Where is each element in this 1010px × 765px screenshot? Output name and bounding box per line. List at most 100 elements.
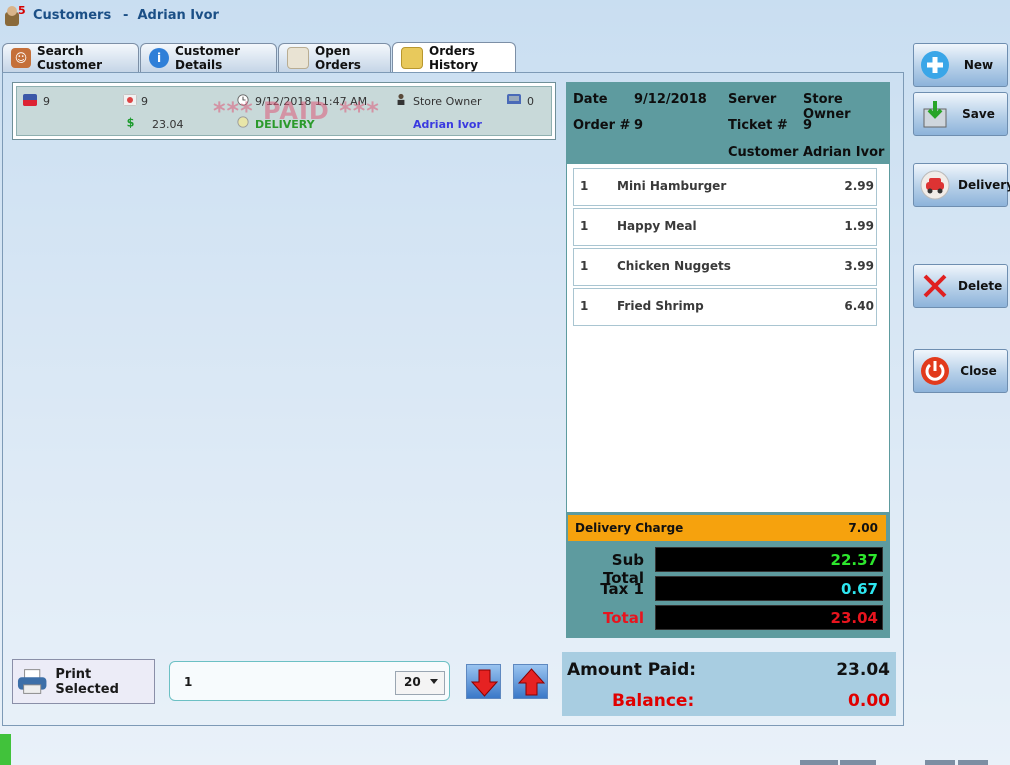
balance-label: Balance:: [612, 691, 695, 711]
item-name: Chicken Nuggets: [617, 259, 731, 273]
ticket-icon: [123, 94, 137, 106]
order-card-server: Store Owner: [413, 95, 482, 108]
page-size-select[interactable]: 20: [395, 671, 445, 695]
payment-summary: Amount Paid: 23.04 Balance: 0.00: [562, 652, 896, 716]
paid-stamp: *** PAID ***: [213, 97, 380, 125]
balance-value: 0.00: [848, 691, 890, 711]
page-navigator: 1 20: [169, 661, 450, 701]
printer-icon: [17, 668, 47, 694]
clipboard-icon: [287, 47, 309, 69]
total-value: 23.04: [655, 605, 883, 630]
item-qty: 1: [580, 179, 589, 193]
delete-button[interactable]: Delete: [913, 264, 1008, 308]
tab-open-orders[interactable]: Open Orders: [278, 43, 391, 72]
order-card-station: 0: [527, 95, 534, 108]
order-card-customer: Adrian Ivor: [413, 118, 482, 131]
dollar-icon: $: [127, 116, 135, 128]
flag-icon: [23, 94, 37, 106]
scroll-up-button[interactable]: [513, 664, 548, 699]
window-title: Customers: [33, 8, 112, 23]
taskbar-segment: [925, 760, 955, 765]
svg-text:$: $: [127, 116, 135, 128]
app-logo-icon: 5: [5, 4, 26, 26]
customer-label: Customer: [728, 145, 799, 160]
window-customer-name: - Adrian Ivor: [123, 8, 219, 23]
order-card-ticket: 9: [141, 95, 148, 108]
car-icon: [920, 170, 950, 200]
order-card[interactable]: 9 9 $ 23.04 9/12/2018 11:47 AM DELIVERY …: [12, 82, 556, 140]
save-button-label: Save: [962, 107, 995, 121]
tax-label: Tax 1: [600, 580, 644, 598]
taskbar-segment: [840, 760, 876, 765]
order-number-value: 9: [634, 118, 644, 133]
order-number-label: Order #: [573, 118, 631, 133]
ticket-value: 9: [803, 118, 813, 133]
info-icon: i: [149, 48, 169, 68]
order-item-row[interactable]: 1 Fried Shrimp 6.40: [573, 288, 877, 326]
monitor-icon: [507, 94, 521, 104]
title-bar: 5 Customers - Adrian Ivor: [0, 0, 1010, 34]
save-button[interactable]: Save: [913, 92, 1008, 136]
print-selected-label: Print Selected: [55, 666, 119, 697]
server-user-icon: [397, 93, 405, 105]
tab-label: Search Customer: [37, 44, 103, 72]
customer-value: Adrian Ivor: [803, 145, 885, 160]
title-customer-label: Adrian Ivor: [137, 8, 219, 23]
tab-orders-history[interactable]: Orders History: [392, 42, 516, 73]
status-indicator: [0, 734, 11, 765]
delete-button-label: Delete: [958, 279, 1003, 293]
arrow-up-icon: [517, 668, 546, 696]
order-item-row[interactable]: 1 Chicken Nuggets 3.99: [573, 248, 877, 286]
power-icon: [921, 357, 949, 385]
ticket-label: Ticket #: [728, 118, 788, 133]
taskbar-segment: [800, 760, 838, 765]
new-button-label: New: [963, 58, 994, 72]
chevron-down-icon: [430, 679, 438, 684]
users-icon: ☺: [11, 48, 31, 68]
order-items-list: 1 Mini Hamburger 2.99 1 Happy Meal 1.99 …: [566, 164, 890, 512]
delivery-charge-bar: Delivery Charge 7.00: [568, 515, 886, 541]
order-card-amount: 23.04: [152, 118, 184, 131]
delivery-button[interactable]: Delivery: [913, 163, 1010, 207]
tab-label: Orders History: [429, 44, 479, 72]
order-card-body: 9 9 $ 23.04 9/12/2018 11:47 AM DELIVERY …: [16, 86, 552, 136]
tab-customer-details[interactable]: i Customer Details: [140, 43, 277, 72]
amount-paid-label: Amount Paid:: [567, 660, 697, 680]
print-selected-button[interactable]: Print Selected: [12, 659, 155, 704]
svg-text:5: 5: [18, 4, 26, 17]
order-card-number: 9: [43, 95, 50, 108]
amount-paid-value: 23.04: [836, 660, 890, 680]
plus-icon: [921, 51, 949, 79]
order-item-row[interactable]: 1 Mini Hamburger 2.99: [573, 168, 877, 206]
tab-label: Open Orders: [315, 44, 361, 72]
item-price: 3.99: [844, 259, 874, 273]
item-qty: 1: [580, 299, 589, 313]
subtotal-value: 22.37: [655, 547, 883, 572]
date-label: Date: [573, 92, 608, 107]
receipt-icon: [401, 47, 423, 69]
delivery-charge-label: Delivery Charge: [575, 521, 684, 535]
item-price: 2.99: [844, 179, 874, 193]
item-name: Happy Meal: [617, 219, 697, 233]
item-name: Fried Shrimp: [617, 299, 704, 313]
order-item-row[interactable]: 1 Happy Meal 1.99: [573, 208, 877, 246]
item-qty: 1: [580, 219, 589, 233]
tab-search-customer[interactable]: ☺ Search Customer: [2, 43, 139, 72]
title-separator: -: [123, 8, 129, 23]
new-button[interactable]: New: [913, 43, 1008, 87]
scroll-down-button[interactable]: [466, 664, 501, 699]
server-label: Server: [728, 92, 777, 107]
order-totals: Delivery Charge 7.00 Sub Total 22.37 Tax…: [566, 512, 890, 638]
item-name: Mini Hamburger: [617, 179, 727, 193]
server-value: Store Owner: [803, 92, 851, 122]
close-button[interactable]: Close: [913, 349, 1008, 393]
current-page-value: 1: [184, 675, 193, 689]
item-qty: 1: [580, 259, 589, 273]
delivery-button-label: Delivery: [958, 178, 1010, 192]
page-size-value: 20: [404, 675, 421, 689]
tab-label: Customer Details: [175, 44, 241, 72]
date-value: 9/12/2018: [634, 92, 707, 107]
total-label: Total: [603, 609, 644, 627]
tax-value: 0.67: [655, 576, 883, 601]
order-detail-header: Date 9/12/2018 Server Store Owner Order …: [566, 82, 890, 164]
